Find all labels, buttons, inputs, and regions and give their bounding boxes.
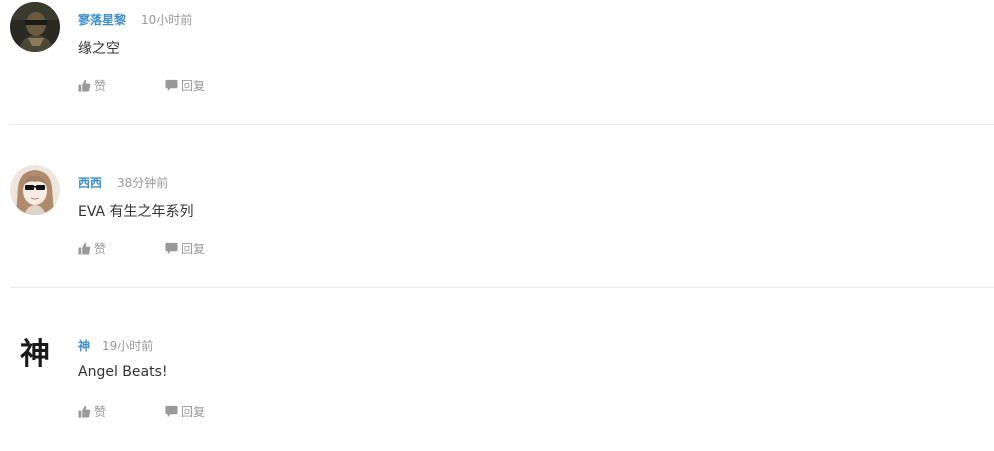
like-label: 赞: [94, 78, 107, 93]
kanji-avatar-icon: 神: [10, 328, 60, 378]
reply-label: 回复: [181, 404, 206, 419]
speech-bubble-icon: [165, 79, 178, 91]
user-avatar[interactable]: 神: [10, 328, 60, 378]
timestamp: 38分钟前: [117, 175, 169, 190]
like-label: 赞: [94, 404, 107, 419]
like-button[interactable]: 赞: [78, 240, 106, 256]
comment-meta: 寥落星黎 10小时前: [78, 11, 192, 27]
username-link[interactable]: 西西: [78, 174, 102, 191]
avatar-kanji: 神: [20, 337, 50, 372]
username-link[interactable]: 神: [78, 337, 90, 354]
comment-divider: [10, 124, 994, 125]
comment-meta: 西西 38分钟前: [78, 174, 168, 190]
speech-bubble-icon: [165, 405, 178, 417]
comment-item: 寥落星黎 10小时前 缘之空 赞 回复: [0, 0, 994, 125]
reply-label: 回复: [181, 241, 206, 256]
timestamp: 10小时前: [141, 12, 193, 27]
comment-item: 西西 38分钟前 EVA 有生之年系列 赞 回复: [0, 163, 994, 288]
reply-button[interactable]: 回复: [165, 403, 205, 419]
comment-meta: 神 19小时前: [78, 337, 153, 353]
username-link[interactable]: 寥落星黎: [78, 11, 126, 28]
timestamp: 19小时前: [102, 338, 154, 353]
user-avatar[interactable]: [10, 2, 60, 52]
reply-button[interactable]: 回复: [165, 77, 205, 93]
speech-bubble-icon: [165, 242, 178, 254]
comment-text: Angel Beats!: [78, 364, 168, 380]
reply-label: 回复: [181, 78, 206, 93]
comment-text: EVA 有生之年系列: [78, 204, 194, 220]
thumbs-up-icon: [78, 405, 91, 418]
dark-photo-avatar-icon: [10, 2, 60, 52]
like-button[interactable]: 赞: [78, 77, 106, 93]
anime-girl-sunglasses-avatar-icon: [10, 165, 60, 215]
thumbs-up-icon: [78, 79, 91, 92]
like-button[interactable]: 赞: [78, 403, 106, 419]
reply-button[interactable]: 回复: [165, 240, 205, 256]
like-label: 赞: [94, 241, 107, 256]
thumbs-up-icon: [78, 242, 91, 255]
user-avatar[interactable]: [10, 165, 60, 215]
comment-divider: [10, 287, 994, 288]
comment-text: 缘之空: [78, 41, 120, 57]
comment-item: 神 神 19小时前 Angel Beats! 赞 回复: [0, 326, 994, 451]
